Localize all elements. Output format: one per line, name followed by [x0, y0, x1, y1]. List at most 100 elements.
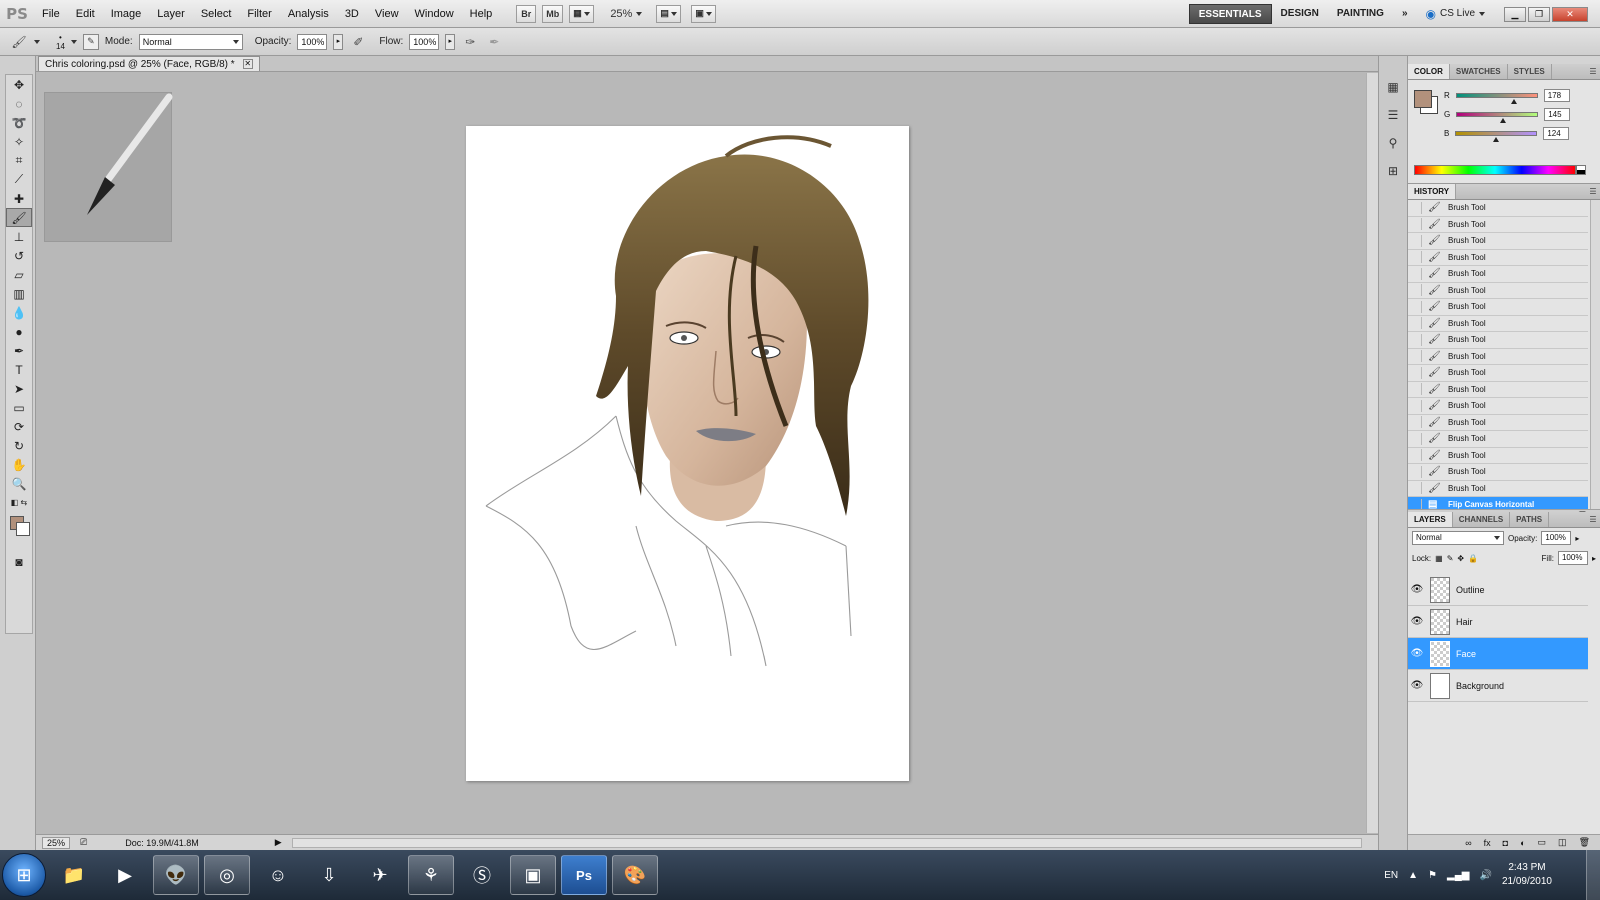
lock-transparent-pixels-icon[interactable]: ▦ — [1435, 554, 1443, 563]
history-snapshot-checkbox[interactable] — [1408, 267, 1422, 280]
network-app-taskbar-icon[interactable]: ⚘ — [408, 855, 454, 895]
eye-icon[interactable]: 👁 — [1408, 584, 1426, 595]
history-snapshot-checkbox[interactable] — [1408, 432, 1422, 445]
green-slider-thumb[interactable] — [1500, 117, 1507, 123]
chevron-down-icon[interactable] — [70, 39, 77, 44]
menu-help[interactable]: Help — [462, 0, 501, 28]
explorer-taskbar-icon[interactable]: 📁 — [51, 855, 97, 895]
fill-field[interactable]: 100% — [1557, 551, 1588, 565]
3d-orbit-tool-icon[interactable]: ↻ — [6, 436, 32, 455]
layer-row-background[interactable]: 👁 Background — [1408, 670, 1588, 702]
media-player-taskbar-icon[interactable]: ▶ — [102, 855, 148, 895]
airbrush-icon[interactable]: ✑ — [461, 33, 479, 51]
clone-source-icon[interactable]: ⊞ — [1382, 160, 1404, 182]
color-foreground-swatch[interactable] — [1414, 90, 1432, 108]
adjustments-icon[interactable]: ☰ — [1382, 104, 1404, 126]
history-item[interactable]: 🖌 Brush Tool — [1408, 481, 1588, 497]
tab-paths[interactable]: PATHS — [1510, 512, 1550, 527]
mini-bridge-icon[interactable]: ▦ — [1382, 76, 1404, 98]
close-icon[interactable]: ✕ — [242, 59, 253, 69]
history-item[interactable]: 🖌 Brush Tool — [1408, 365, 1588, 382]
eye-icon[interactable]: 👁 — [1408, 680, 1426, 691]
tab-history[interactable]: HISTORY — [1408, 184, 1457, 199]
link-layers-icon[interactable]: ∞ — [1465, 838, 1471, 848]
lock-image-pixels-icon[interactable]: ✎ — [1447, 554, 1454, 563]
vertical-scrollbar[interactable] — [1366, 73, 1378, 833]
green-value[interactable]: 145 — [1544, 107, 1571, 121]
menu-edit[interactable]: Edit — [68, 0, 103, 28]
red-slider[interactable] — [1455, 92, 1538, 104]
path-selection-tool-icon[interactable]: ➤ — [6, 379, 32, 398]
zoom-level-dropdown[interactable]: 25% — [610, 8, 643, 20]
brush-panel-toggle-icon[interactable]: ✎ — [82, 33, 99, 50]
eye-icon[interactable]: 👁 — [1408, 648, 1426, 659]
history-item[interactable]: 🖌 Brush Tool — [1408, 233, 1588, 250]
remote-taskbar-icon[interactable]: ✈ — [357, 855, 403, 895]
messenger-taskbar-icon[interactable]: ☺ — [255, 855, 301, 895]
layer-mask-icon[interactable]: ◘ — [1503, 838, 1508, 848]
more-workspaces-button[interactable]: » — [1393, 4, 1417, 24]
layer-opacity-arrow[interactable]: ▸ — [1575, 534, 1579, 543]
gradient-tool-icon[interactable]: ▥ — [6, 284, 32, 303]
status-zoom[interactable]: 25% — [42, 836, 71, 849]
opacity-slider-arrow[interactable]: ▸ — [333, 33, 344, 50]
crop-tool-icon[interactable]: ⌗ — [6, 151, 32, 170]
move-tool-icon[interactable]: ✥ — [6, 75, 32, 94]
red-value[interactable]: 178 — [1543, 88, 1570, 102]
control-panel-taskbar-icon[interactable]: ▣ — [510, 855, 556, 895]
default-colors-swap-icon[interactable]: ◧ ⇆ — [6, 493, 32, 512]
minibridge-button[interactable]: Mb — [542, 4, 564, 23]
history-item[interactable]: 🖌 Brush Tool — [1408, 200, 1588, 217]
zoom-tool-icon[interactable]: 🔍 — [6, 474, 32, 493]
history-snapshot-checkbox[interactable] — [1408, 350, 1422, 363]
canvas[interactable] — [466, 126, 909, 781]
horizontal-scrollbar[interactable] — [291, 837, 1362, 848]
menu-layer[interactable]: Layer — [149, 0, 193, 28]
adjustment-layer-icon[interactable]: ◐ — [1520, 838, 1525, 848]
chevron-down-icon[interactable] — [34, 39, 40, 44]
brush-tool-icon[interactable]: 🖌 — [6, 208, 32, 227]
history-scrollbar[interactable] — [1590, 200, 1600, 510]
menu-select[interactable]: Select — [193, 0, 240, 28]
history-item[interactable]: 🖌 Brush Tool — [1408, 283, 1588, 299]
quick-selection-tool-icon[interactable]: ✧ — [6, 132, 32, 151]
green-slider[interactable] — [1456, 111, 1539, 123]
alienware-taskbar-icon[interactable]: 👽 — [153, 855, 199, 895]
network-icon[interactable]: ▂▄▆ — [1447, 870, 1469, 881]
history-snapshot-checkbox[interactable] — [1408, 482, 1422, 495]
blue-value[interactable]: 124 — [1543, 126, 1570, 140]
history-item[interactable]: 🖌 Brush Tool — [1408, 266, 1588, 283]
workspace-design[interactable]: DESIGN — [1272, 4, 1328, 24]
hand-tool-icon[interactable]: ✋ — [6, 455, 32, 474]
history-snapshot-checkbox[interactable] — [1408, 383, 1422, 396]
dodge-tool-icon[interactable]: ● — [6, 322, 32, 341]
restore-button[interactable]: ❐ — [1528, 6, 1550, 22]
quick-mask-icon[interactable]: ◙ — [6, 552, 32, 571]
history-snapshot-checkbox[interactable] — [1408, 399, 1422, 412]
new-group-icon[interactable]: ▭ — [1538, 837, 1547, 848]
color-spectrum-ramp[interactable] — [1414, 165, 1576, 175]
tab-layers[interactable]: LAYERS — [1408, 512, 1453, 527]
history-snapshot-checkbox[interactable] — [1408, 465, 1422, 478]
history-snapshot-checkbox[interactable] — [1408, 201, 1422, 214]
action-center-icon[interactable]: ⚑ — [1428, 870, 1437, 881]
workspace-painting[interactable]: PAINTING — [1328, 4, 1393, 24]
menu-view[interactable]: View — [367, 0, 407, 28]
brush-presets-icon[interactable]: ⚲ — [1382, 132, 1404, 154]
blend-mode-select[interactable]: Normal — [1412, 531, 1504, 545]
tablet-pressure-size-icon[interactable]: ✒ — [485, 33, 503, 51]
layer-style-icon[interactable]: fx — [1484, 838, 1491, 848]
pen-tool-icon[interactable]: ✒ — [6, 341, 32, 360]
history-item[interactable]: 🖌 Brush Tool — [1408, 431, 1588, 448]
history-snapshot-checkbox[interactable] — [1408, 234, 1422, 247]
marquee-tool-icon[interactable]: ◌ — [6, 94, 32, 113]
red-slider-thumb[interactable] — [1510, 98, 1517, 104]
document-tab[interactable]: Chris coloring.psd @ 25% (Face, RGB/8) *… — [38, 56, 260, 71]
history-item[interactable]: 🖌 Brush Tool — [1408, 299, 1588, 316]
history-snapshot-checkbox[interactable] — [1408, 366, 1422, 379]
download-taskbar-icon[interactable]: ⇩ — [306, 855, 352, 895]
flow-slider-arrow[interactable]: ▸ — [445, 33, 456, 50]
brush-size-picker[interactable]: • 14 — [56, 33, 65, 51]
chrome-taskbar-icon[interactable]: ◎ — [204, 855, 250, 895]
3d-rotate-tool-icon[interactable]: ⟳ — [6, 417, 32, 436]
